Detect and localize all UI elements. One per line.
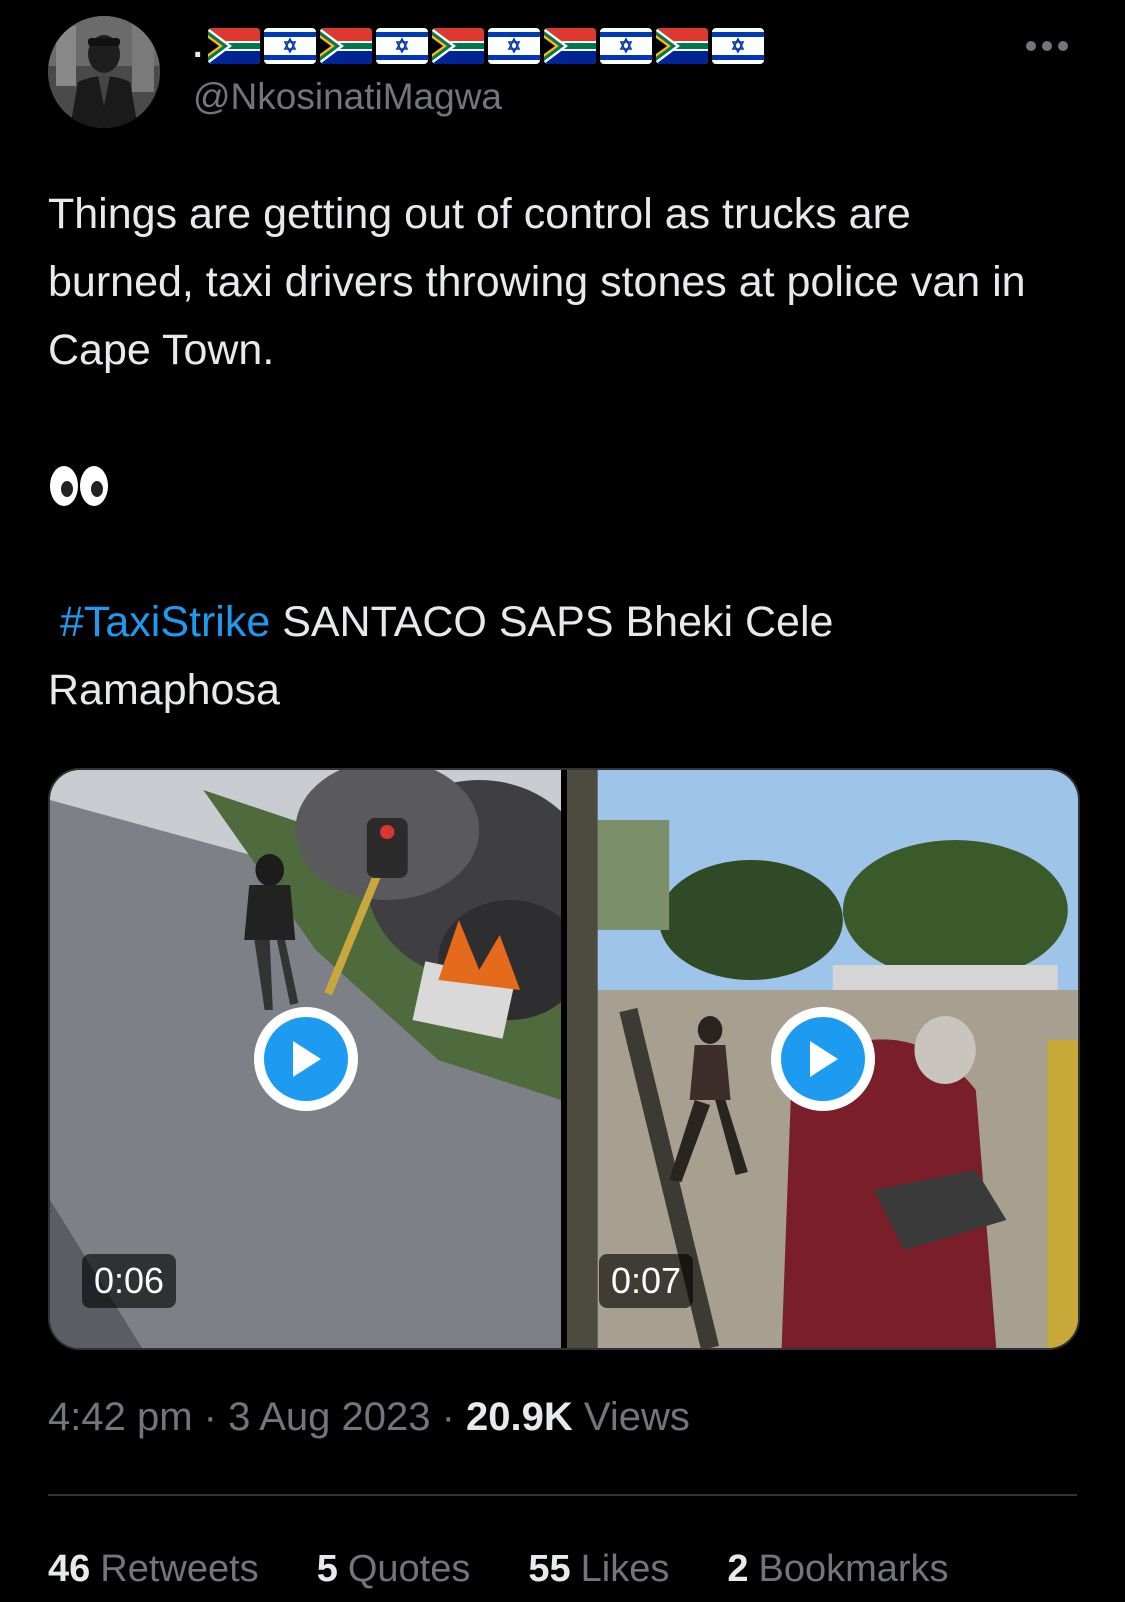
likes-count: 55 xyxy=(528,1548,571,1590)
flag-south-africa-icon xyxy=(320,28,373,64)
avatar[interactable] xyxy=(48,16,160,128)
tweet-text: Things are getting out of control as tru… xyxy=(48,180,1068,724)
flag-israel-icon xyxy=(264,28,317,64)
tweet-meta: 4:42 pm · 3 Aug 2023 · 20.9K Views xyxy=(48,1395,690,1440)
flag-south-africa-icon xyxy=(656,28,709,64)
views-count: 20.9K xyxy=(466,1395,573,1439)
quotes-count: 5 xyxy=(316,1548,338,1590)
video-duration: 0:06 xyxy=(82,1254,177,1308)
quotes-stat[interactable]: 5 Quotes xyxy=(317,1548,471,1591)
bookmarks-count: 2 xyxy=(727,1548,749,1590)
flag-israel-icon xyxy=(712,28,765,64)
play-icon xyxy=(809,1041,838,1077)
play-icon xyxy=(292,1041,321,1077)
more-horizontal-icon xyxy=(1026,41,1068,51)
video-duration: 0:07 xyxy=(599,1254,694,1308)
likes-label: Likes xyxy=(580,1548,670,1590)
author-handle[interactable]: @NkosinatiMagwa xyxy=(193,76,502,118)
media-grid: 0:06 0:07 xyxy=(48,768,1080,1350)
video-2[interactable]: 0:07 xyxy=(567,770,1078,1348)
divider xyxy=(48,1494,1077,1496)
flag-israel-icon xyxy=(488,28,541,64)
eyes-icon xyxy=(50,466,108,506)
tweet-stats: 46 Retweets 5 Quotes 55 Likes 2 Bookmarks xyxy=(48,1548,949,1591)
likes-stat[interactable]: 55 Likes xyxy=(528,1548,669,1591)
play-button[interactable] xyxy=(253,1007,358,1111)
video-1[interactable]: 0:06 xyxy=(50,770,561,1348)
retweets-stat[interactable]: 46 Retweets xyxy=(48,1548,259,1591)
retweets-count: 46 xyxy=(48,1548,91,1590)
tweet-time[interactable]: 4:42 pm xyxy=(48,1395,193,1439)
meta-separator: · xyxy=(192,1395,229,1439)
play-button[interactable] xyxy=(770,1007,875,1111)
flag-list xyxy=(208,28,765,64)
views-label: Views xyxy=(572,1395,690,1439)
flag-south-africa-icon xyxy=(432,28,485,64)
flag-israel-icon xyxy=(376,28,429,64)
hashtag-link[interactable]: #TaxiStrike xyxy=(60,598,270,646)
more-button[interactable] xyxy=(1017,28,1077,64)
eyes-emoji xyxy=(48,452,1068,520)
flag-south-africa-icon xyxy=(544,28,597,64)
bookmarks-stat[interactable]: 2 Bookmarks xyxy=(727,1548,948,1591)
avatar-photo xyxy=(48,16,160,128)
bookmarks-label: Bookmarks xyxy=(758,1548,949,1590)
display-name-prefix: . xyxy=(193,26,203,65)
tweet-body: Things are getting out of control as tru… xyxy=(48,190,1026,374)
retweets-label: Retweets xyxy=(100,1548,259,1590)
quotes-label: Quotes xyxy=(347,1548,471,1590)
flag-south-africa-icon xyxy=(208,28,261,64)
tweet-tags: #TaxiStrike SANTACO SAPS Bheki Cele Rama… xyxy=(48,588,1068,724)
meta-separator: · xyxy=(430,1395,467,1439)
display-name[interactable]: . xyxy=(193,24,765,68)
tweet-date[interactable]: 3 Aug 2023 xyxy=(228,1395,430,1439)
flag-israel-icon xyxy=(600,28,653,64)
